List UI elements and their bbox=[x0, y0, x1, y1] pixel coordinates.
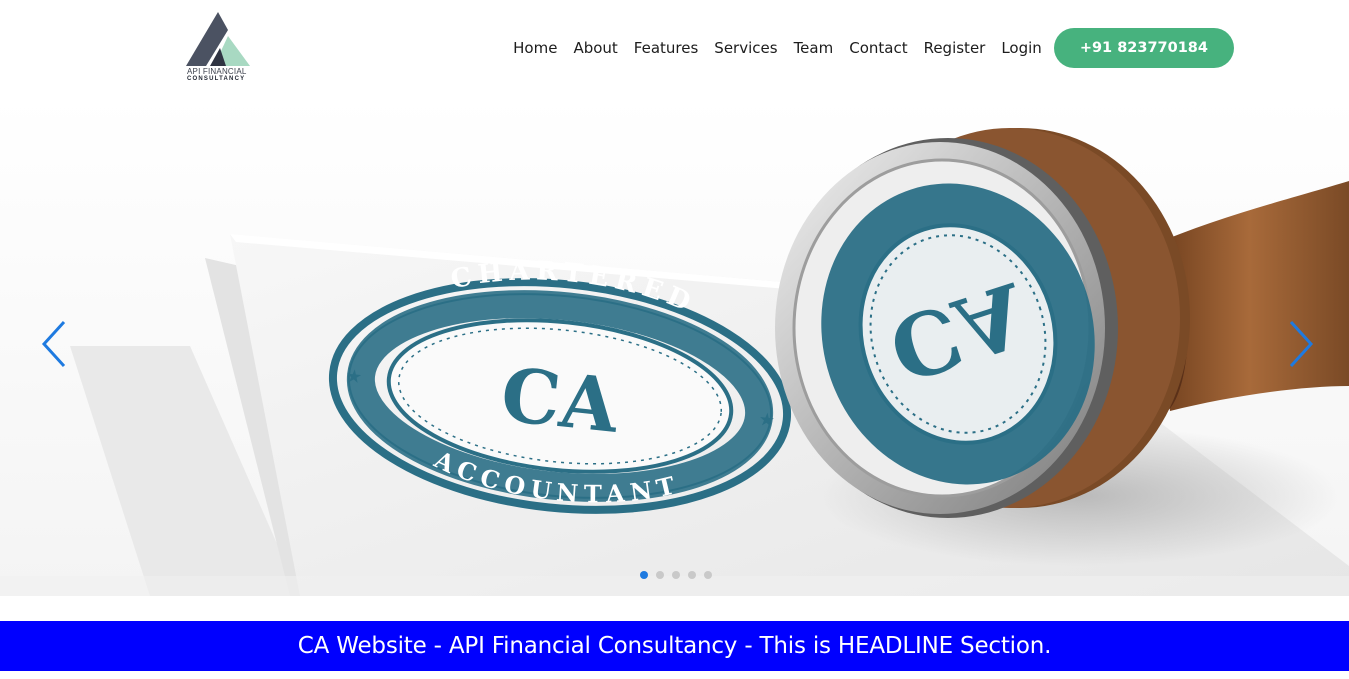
nav-contact[interactable]: Contact bbox=[849, 39, 907, 57]
svg-text:★: ★ bbox=[345, 366, 363, 389]
carousel-dot-5[interactable] bbox=[704, 571, 712, 579]
carousel-next-button[interactable] bbox=[1279, 318, 1319, 370]
site-header: API FINANCIAL CONSULTANCY Home About Fea… bbox=[0, 0, 1349, 96]
nav-login[interactable]: Login bbox=[1001, 39, 1041, 57]
chevron-right-icon bbox=[1289, 320, 1314, 368]
logo[interactable]: API FINANCIAL CONSULTANCY bbox=[184, 12, 316, 84]
carousel-dot-1[interactable] bbox=[640, 571, 648, 579]
nav-home[interactable]: Home bbox=[513, 39, 557, 57]
phone-button[interactable]: +91 823770184 bbox=[1053, 28, 1234, 68]
hero-carousel: CHARTERED ACCOUNTANT CA ★ ★ CA bbox=[0, 96, 1349, 596]
carousel-prev-button[interactable] bbox=[36, 318, 76, 370]
carousel-dot-2[interactable] bbox=[656, 571, 664, 579]
slide-image-ca-stamp: CHARTERED ACCOUNTANT CA ★ ★ CA bbox=[0, 96, 1349, 596]
nav-team[interactable]: Team bbox=[794, 39, 834, 57]
carousel-dot-4[interactable] bbox=[688, 571, 696, 579]
carousel-indicators bbox=[640, 571, 720, 579]
logo-text-line-1: API FINANCIAL bbox=[187, 67, 247, 76]
nav-features[interactable]: Features bbox=[634, 39, 699, 57]
nav-services[interactable]: Services bbox=[714, 39, 777, 57]
carousel-dot-3[interactable] bbox=[672, 571, 680, 579]
main-nav: Home About Features Services Team Contac… bbox=[513, 28, 1234, 68]
headline-bar: CA Website - API Financial Consultancy -… bbox=[0, 621, 1349, 671]
svg-text:CA: CA bbox=[497, 352, 623, 450]
svg-text:★: ★ bbox=[758, 409, 776, 432]
headline-text: CA Website - API Financial Consultancy -… bbox=[297, 633, 1052, 659]
chevron-left-icon bbox=[41, 320, 66, 368]
nav-about[interactable]: About bbox=[573, 39, 617, 57]
logo-text-line-2: CONSULTANCY bbox=[187, 76, 246, 82]
logo-mark-icon bbox=[186, 12, 250, 66]
nav-register[interactable]: Register bbox=[924, 39, 986, 57]
